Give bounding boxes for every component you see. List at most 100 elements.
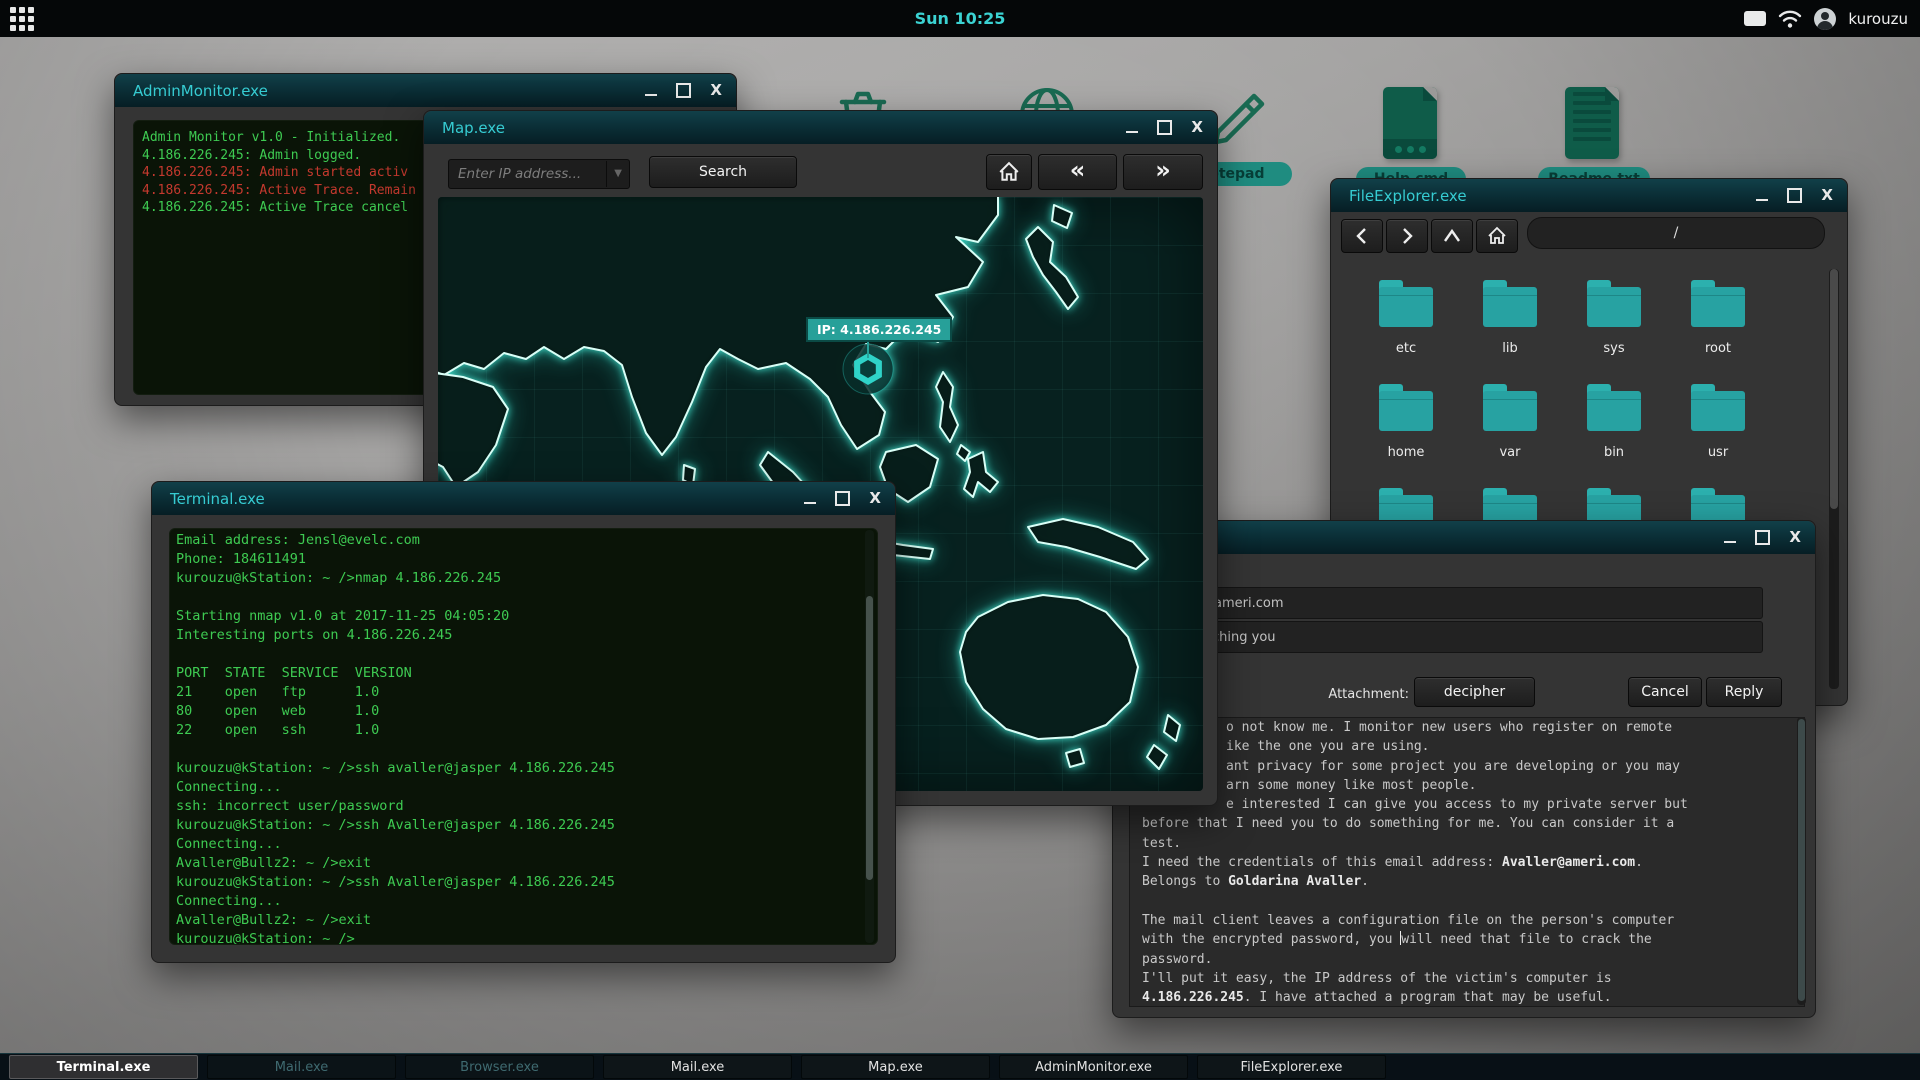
mail-body-line: Belongs to Goldarina Avaller. (1142, 874, 1369, 890)
taskbar-item-fileexplorer-exe[interactable]: FileExplorer.exe (1197, 1055, 1386, 1079)
taskbar-item-map-exe[interactable]: Map.exe (801, 1055, 990, 1079)
terminal-scrollbar-track[interactable] (865, 530, 874, 943)
folder-bin[interactable]: bin (1562, 384, 1666, 495)
attachment-label: Attachment: (1328, 687, 1409, 702)
folder-sys[interactable]: sys (1562, 280, 1666, 391)
minimize-icon[interactable] (645, 93, 658, 96)
home-icon[interactable] (1476, 219, 1518, 253)
folder-var[interactable]: var (1458, 384, 1562, 495)
maximize-icon[interactable] (1157, 120, 1173, 135)
mail-scrollbar-thumb[interactable] (1798, 719, 1805, 1001)
taskbar: Terminal.exe Mail.exe Browser.exe Mail.exe M… (0, 1053, 1920, 1080)
terminal-line: 80 open web 1.0 (176, 703, 380, 719)
minimize-icon[interactable] (1724, 540, 1737, 543)
folder-icon (1483, 280, 1537, 327)
fileexplorer-titlebar[interactable]: FileExplorer.exe X (1331, 179, 1847, 212)
mail-body-line: before that I need you to do something f… (1142, 816, 1675, 832)
chat-icon[interactable] (1744, 11, 1767, 26)
terminal-line: kurouzu@kStation: ~ />ssh Avaller@jasper… (176, 874, 615, 890)
folder-etc[interactable]: etc (1354, 280, 1458, 391)
map-title: Map.exe (442, 118, 506, 137)
folder-label: var (1499, 445, 1521, 460)
mail-body-line: 4.186.226.245. I have attached a program… (1142, 990, 1612, 1006)
map-prev-button[interactable]: « (1038, 154, 1117, 190)
minimize-icon[interactable] (1756, 198, 1769, 201)
terminal-line: Starting nmap v1.0 at 2017-11-25 04:05:2… (176, 608, 510, 624)
folder-icon (1691, 384, 1745, 431)
minimize-icon[interactable] (1126, 130, 1139, 133)
close-icon[interactable]: X (1191, 120, 1203, 135)
adminmonitor-title: AdminMonitor.exe (133, 81, 268, 100)
taskbar-item-browser-exe[interactable]: Browser.exe (405, 1055, 594, 1079)
maximize-icon[interactable] (676, 83, 692, 98)
close-icon[interactable]: X (1789, 530, 1801, 545)
terminal-line: Connecting... (176, 836, 282, 852)
minimize-icon[interactable] (804, 501, 817, 504)
close-icon[interactable]: X (869, 491, 881, 506)
folder-icon (1379, 384, 1433, 431)
ip-tooltip: IP: 4.186.226.245 (806, 317, 953, 342)
map-home-button[interactable] (986, 154, 1032, 190)
mail-body-line: o not know me. I monitor new users who r… (1226, 720, 1673, 735)
terminal-title: Terminal.exe (170, 489, 265, 508)
ip-search-placeholder: Enter IP address... (458, 166, 582, 182)
folder-icon (1483, 384, 1537, 431)
maximize-icon[interactable] (1755, 530, 1771, 545)
back-icon[interactable] (1341, 219, 1383, 253)
user-avatar-icon[interactable] (1814, 7, 1837, 30)
folder-root[interactable]: root (1666, 280, 1770, 391)
folder-label: bin (1603, 445, 1625, 460)
folder-label: sys (1603, 341, 1625, 356)
mail-body[interactable]: o not know me. I monitor new users who r… (1129, 717, 1805, 1007)
reply-button[interactable]: Reply (1706, 677, 1782, 707)
maximize-icon[interactable] (1787, 188, 1803, 203)
map-titlebar[interactable]: Map.exe X (424, 111, 1217, 144)
adminmonitor-titlebar[interactable]: AdminMonitor.exe X (115, 74, 736, 107)
forward-icon[interactable] (1386, 219, 1428, 253)
chevron-down-icon[interactable]: ▼ (606, 161, 622, 187)
taskbar-item-adminmonitor-exe[interactable]: AdminMonitor.exe (999, 1055, 1188, 1079)
close-icon[interactable]: X (1821, 188, 1833, 203)
folder-lib[interactable]: lib (1458, 280, 1562, 391)
file-icon-readme[interactable] (1565, 87, 1619, 159)
ip-search-input[interactable]: Enter IP address... ▼ (448, 159, 630, 189)
terminal-line: Phone: 184611491 (176, 551, 307, 567)
file-icon-help[interactable] (1383, 87, 1437, 159)
terminal-line: kurouzu@kStation: ~ />nmap 4.186.226.245 (176, 570, 502, 586)
map-next-button[interactable]: » (1123, 154, 1203, 190)
fe-scrollbar-track[interactable] (1829, 269, 1839, 689)
taskbar-item-mail-exe[interactable]: Mail.exe (207, 1055, 396, 1079)
cancel-button[interactable]: Cancel (1628, 677, 1702, 707)
fe-scrollbar-thumb[interactable] (1830, 269, 1838, 509)
mail-body-line: with the encrypted password, you will ne… (1142, 931, 1652, 948)
terminal-line: Connecting... (176, 893, 282, 909)
folder-home[interactable]: home (1354, 384, 1458, 495)
terminal-line: ssh: incorrect user/password (176, 798, 404, 814)
mail-address-field[interactable]: ameri.com (1131, 587, 1763, 619)
search-button[interactable]: Search (649, 156, 797, 188)
folder-usr[interactable]: usr (1666, 384, 1770, 495)
mail-subject-value: ching you (1212, 629, 1276, 645)
up-icon[interactable] (1431, 219, 1473, 253)
attachment-button[interactable]: decipher (1414, 677, 1535, 707)
mail-body-line: The mail client leaves a configuration f… (1142, 912, 1675, 928)
terminal-output[interactable]: Email address: Jensl@evelc.com Phone: 184… (169, 528, 878, 945)
taskbar-item-terminal-exe[interactable]: Terminal.exe (9, 1055, 198, 1079)
taskbar-item-mail-exe[interactable]: Mail.exe (603, 1055, 792, 1079)
maximize-icon[interactable] (835, 491, 851, 506)
terminal-line: kurouzu@kStation: ~ /> (176, 931, 355, 945)
terminal-line: Avaller@Bullz2: ~ />exit (176, 855, 372, 871)
terminal-line: Avaller@Bullz2: ~ />exit (176, 912, 372, 928)
mail-subject-field[interactable]: ching you (1131, 621, 1763, 653)
tooltip-stem (867, 342, 869, 358)
close-icon[interactable]: X (710, 83, 722, 98)
mail-body-line: e interested I can give you access to my… (1226, 797, 1688, 813)
terminal-scrollbar-thumb[interactable] (866, 596, 873, 880)
mail-titlebar[interactable]: X (1113, 521, 1815, 554)
terminal-titlebar[interactable]: Terminal.exe X (152, 482, 895, 515)
wifi-icon[interactable] (1778, 9, 1802, 29)
address-bar[interactable]: / (1527, 217, 1825, 249)
window-terminal: Terminal.exe X Email address: Jensl@evel… (151, 481, 896, 963)
mail-scrollbar-track[interactable] (1797, 717, 1806, 1005)
folder-label: etc (1395, 341, 1417, 356)
